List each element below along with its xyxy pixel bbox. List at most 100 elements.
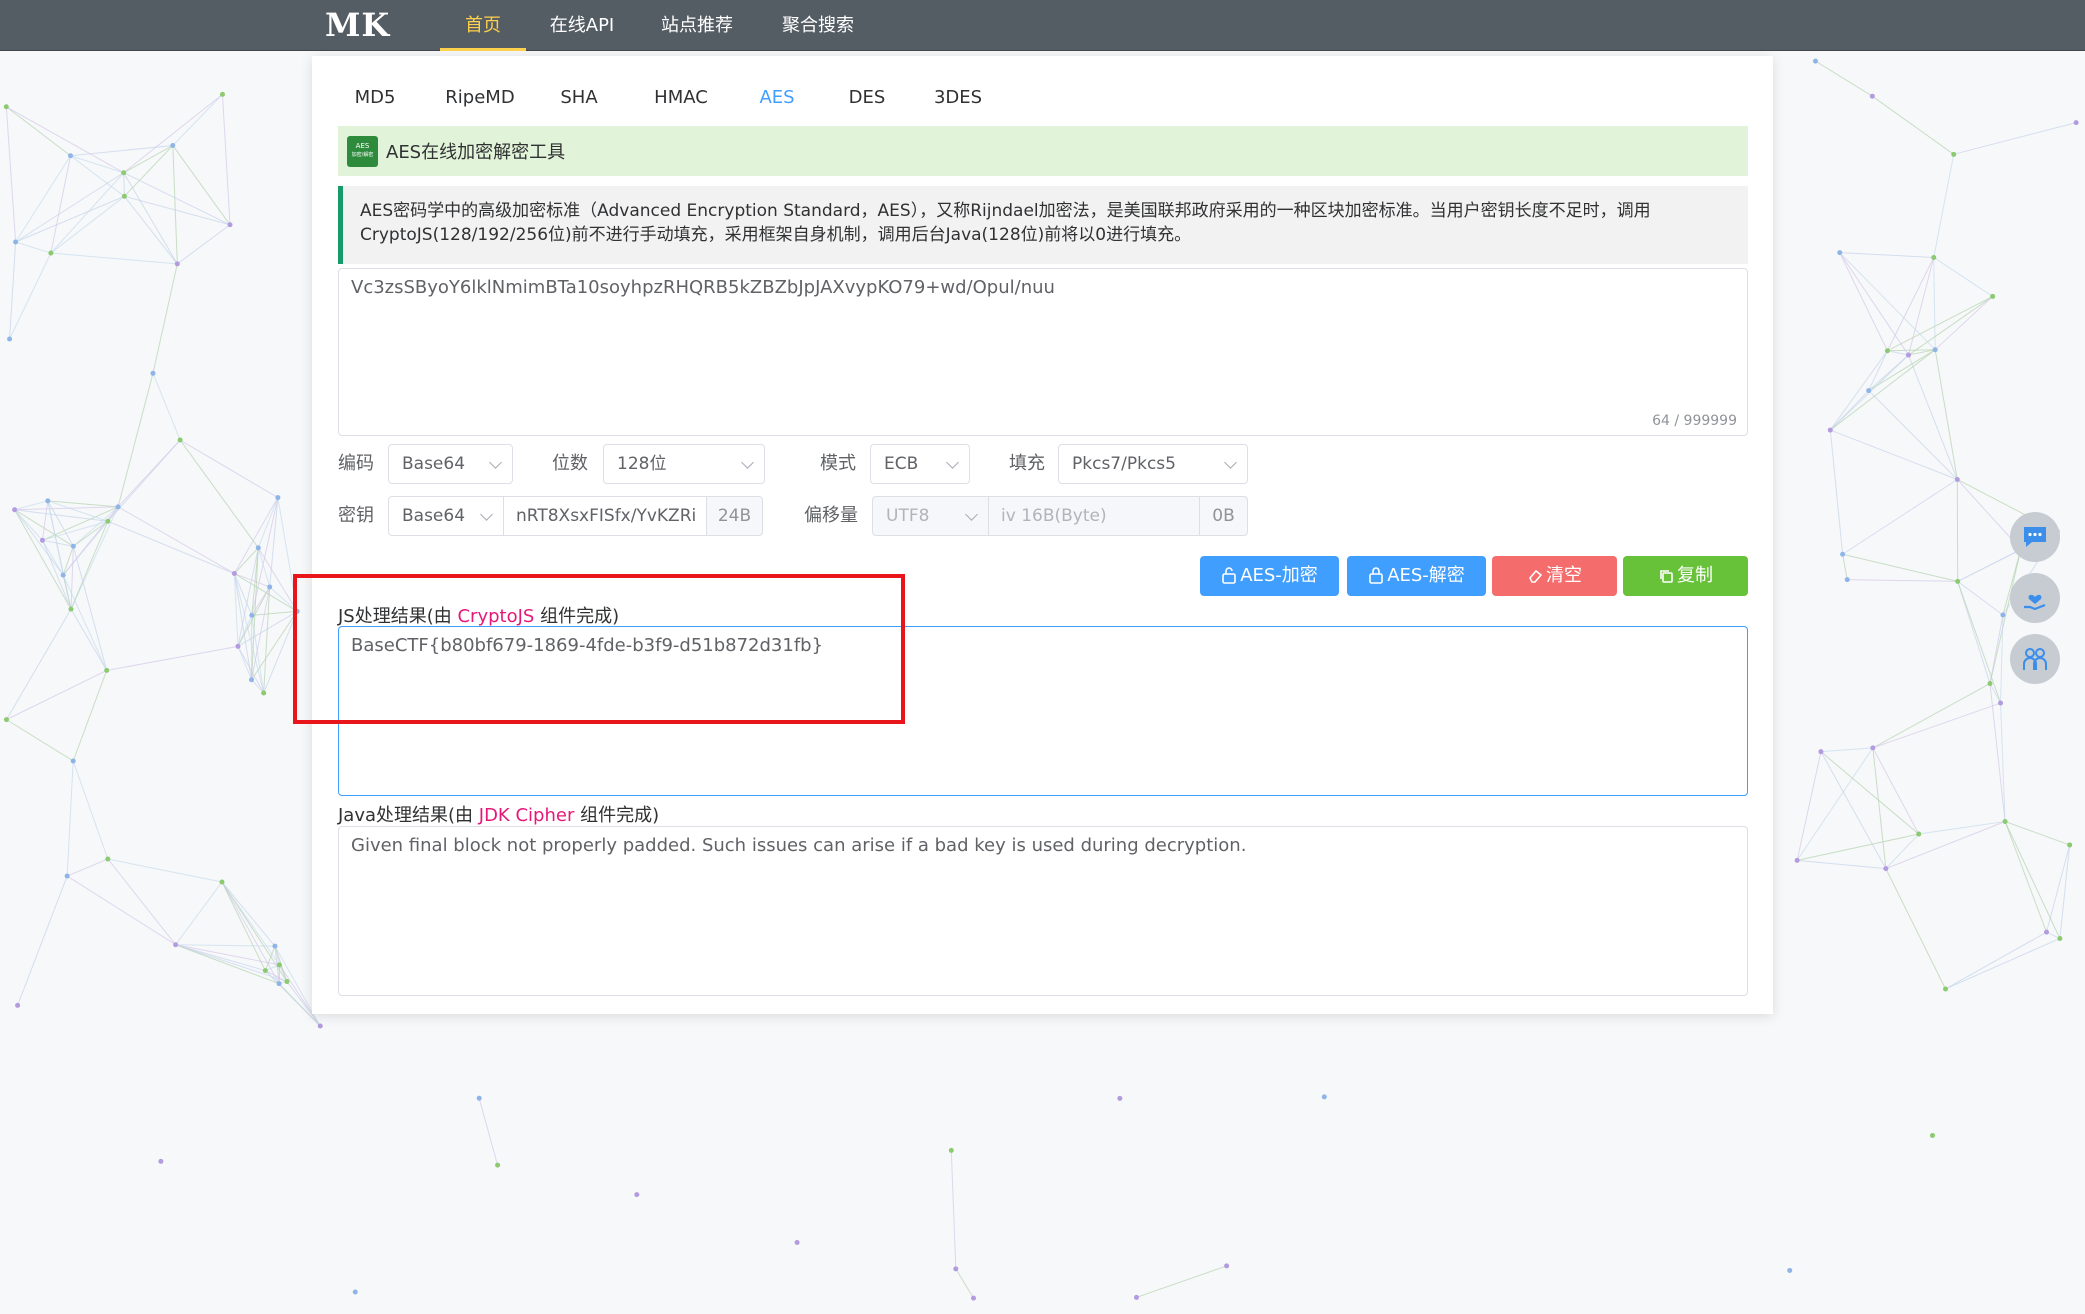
people-icon[interactable] [2010,634,2060,684]
network-line [175,944,280,985]
tab-hmac[interactable]: HMAC [640,66,722,130]
network-node [249,677,255,683]
network-line [221,881,280,966]
clear-button[interactable]: 清空 [1492,556,1617,596]
network-line [478,1098,499,1166]
network-line [233,497,279,574]
network-line [1797,859,1886,870]
padding-select[interactable]: Pkcs7/Pkcs5 [1058,444,1248,484]
network-line [1842,554,1848,580]
network-node [2002,818,2008,824]
network-node [1837,250,1843,256]
network-line [152,373,181,441]
network-line [1872,747,1920,835]
network-line [1933,257,1993,297]
tab-md5[interactable]: MD5 [338,66,412,130]
network-line [237,646,252,680]
network-line [1957,581,1991,684]
network-line [1933,257,1936,350]
hand-heart-icon[interactable] [2010,573,2060,623]
network-line [1872,683,1991,749]
network-line [14,509,108,522]
network-node [275,495,281,501]
network-line [1820,747,1873,753]
network-line [47,500,119,508]
bits-select[interactable]: 128位 [603,444,765,484]
tab-ripemd[interactable]: RipeMD [434,66,526,130]
network-line [172,94,223,146]
input-textarea[interactable]: Vc3zsSByoY6lklNmimBTa10soyhpzRHQRB5kZBZb… [338,268,1748,436]
network-node [121,170,127,176]
network-line [1842,553,1958,582]
network-node [352,1289,358,1295]
js-result-textarea[interactable]: BaseCTF{b80bf679-1869-4fde-b3f9-d51b872d… [338,626,1748,796]
tab-aes[interactable]: AES [736,66,818,130]
network-line [1839,252,1909,356]
network-line [277,497,298,612]
iv-size: 0B [1199,496,1248,536]
network-line [1957,548,2022,582]
input-text: Vc3zsSByoY6lklNmimBTa10soyhpzRHQRB5kZBZb… [351,277,1055,298]
network-node [70,543,76,549]
network-line [1829,350,1888,431]
mode-label: 模式 [820,453,856,474]
nav-home[interactable]: 首页 [440,0,526,51]
encoding-select[interactable]: Base64 [388,444,513,484]
network-node [2057,935,2063,941]
network-node [1827,427,1833,433]
iv-input[interactable]: iv 16B(Byte) [988,496,1200,536]
network-line [1872,747,1887,869]
key-input[interactable]: nRT8XsxFISfx/YvKZRi [503,496,707,536]
copy-button[interactable]: 复制 [1623,556,1748,596]
nav-aggregate-search[interactable]: 聚合搜索 [770,0,866,51]
network-line [6,608,72,720]
network-node [105,856,111,862]
network-node [170,142,176,148]
network-node [261,690,267,696]
aes-encrypt-button[interactable]: AES-加密 [1200,556,1339,596]
java-result-textarea[interactable]: Given final block not properly padded. S… [338,826,1748,996]
network-line [2004,821,2061,939]
unlock-icon [1222,567,1236,584]
key-encoding-select[interactable]: Base64 [388,496,504,536]
network-node [1931,254,1937,260]
network-line [2059,844,2071,939]
network-line [177,224,231,265]
network-line [175,944,266,972]
network-line [41,500,49,541]
aes-decrypt-button[interactable]: AES-解密 [1347,556,1486,596]
mode-select[interactable]: ECB [870,444,970,484]
main-card: MD5 RipeMD SHA HMAC AES DES 3DES AES 加密/… [312,56,1773,1014]
network-line [2046,844,2071,933]
network-node [1916,831,1922,837]
network-line [1796,747,1874,861]
network-node [2073,120,2079,126]
network-line [172,145,178,264]
network-node [1954,476,1960,482]
nav-site-recommend[interactable]: 站点推荐 [652,0,742,51]
tab-des[interactable]: DES [834,66,900,130]
iv-encoding-select[interactable]: UTF8 [872,496,989,536]
nav-online-api[interactable]: 在线API [540,0,624,51]
network-node [115,504,121,510]
network-line [107,520,235,574]
chat-icon[interactable] [2010,512,2060,562]
eraser-icon [1529,569,1543,583]
network-node [104,667,110,673]
tab-3des[interactable]: 3DES [920,66,996,130]
network-line [1908,354,1958,480]
tool-title: AES在线加密解密工具 [386,142,566,163]
network-line [1885,833,1920,869]
network-node [1990,293,1996,299]
network-node [1906,352,1912,358]
tab-sha[interactable]: SHA [548,66,610,130]
network-node [105,518,111,524]
site-logo[interactable]: MK [325,6,390,46]
iv-label: 偏移量 [804,505,858,526]
network-node [971,1295,977,1301]
network-line [950,1150,957,1269]
tool-banner: AES 加密/解密 AES在线加密解密工具 [338,126,1748,176]
network-node [1844,577,1850,583]
network-node [262,968,268,974]
network-node [267,584,273,590]
